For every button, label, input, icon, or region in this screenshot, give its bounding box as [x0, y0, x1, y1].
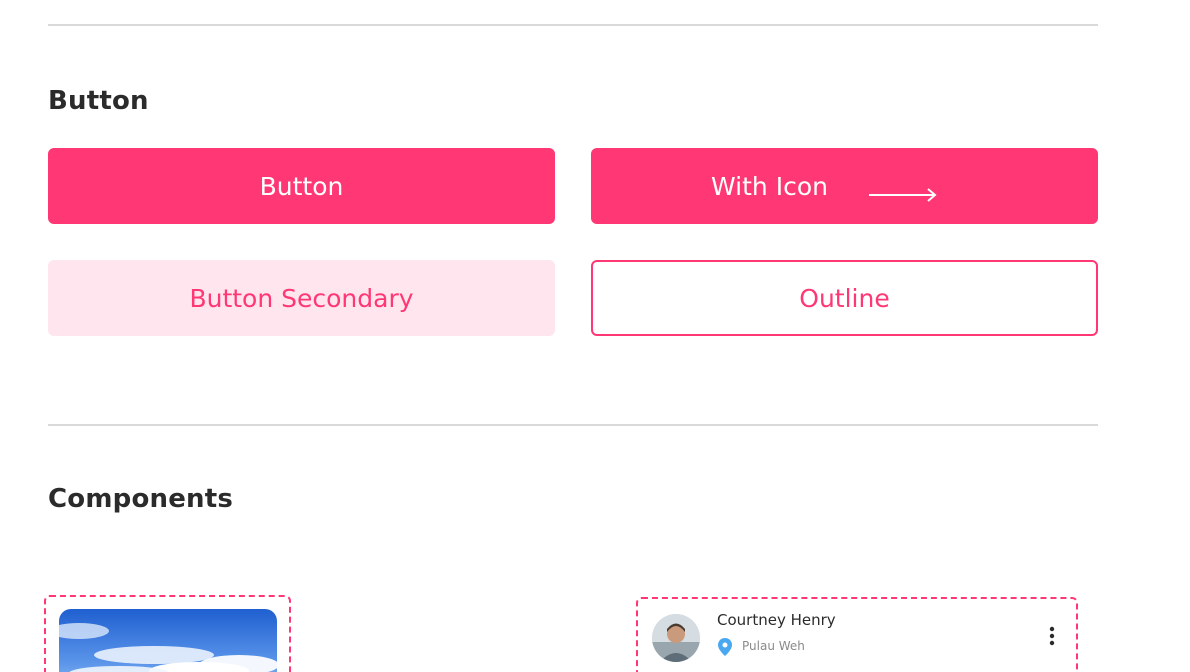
components-section-title: Components	[48, 484, 234, 514]
sky-image-card[interactable]	[59, 609, 277, 672]
secondary-button-label: Button Secondary	[189, 283, 414, 313]
with-icon-button-label: With Icon	[711, 171, 828, 201]
top-divider	[48, 24, 1098, 26]
outline-button[interactable]: Outline	[591, 260, 1098, 336]
profile-location: Pulau Weh	[742, 639, 805, 653]
map-pin-icon	[718, 638, 732, 656]
button-section-title: Button	[48, 86, 149, 116]
sky-image	[59, 609, 277, 672]
primary-button-label: Button	[259, 171, 344, 201]
primary-button[interactable]: Button	[48, 148, 555, 224]
section-divider	[48, 424, 1098, 426]
profile-card-frame	[636, 597, 1078, 672]
profile-name: Courtney Henry	[717, 611, 836, 629]
outline-button-label: Outline	[799, 283, 890, 313]
more-vertical-icon[interactable]	[1044, 624, 1060, 648]
with-icon-button[interactable]: With Icon	[591, 148, 1098, 224]
secondary-button[interactable]: Button Secondary	[48, 260, 555, 336]
avatar	[652, 614, 700, 662]
arrow-right-icon	[868, 179, 938, 202]
page: Button Button With Icon Button Secondary…	[0, 0, 1190, 672]
